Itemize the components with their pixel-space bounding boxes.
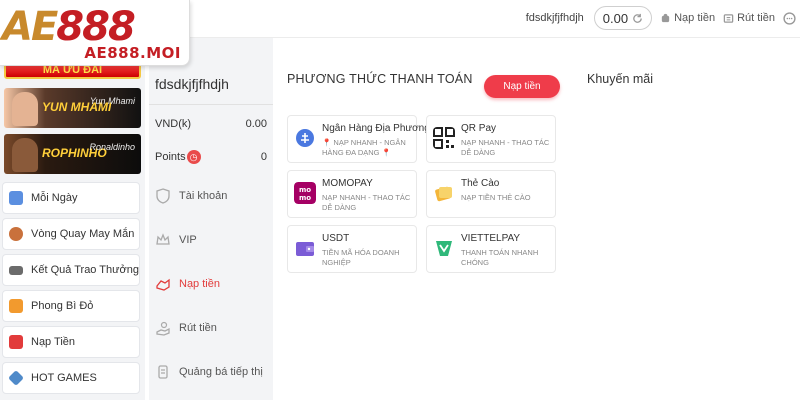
payment-method-desc: NẠP NHANH - THAO TÁC DỄ DÀNG <box>461 138 550 157</box>
sidebar-item-red-envelope[interactable]: Phong Bì Đỏ <box>2 290 140 322</box>
svg-text:mo: mo <box>299 186 311 194</box>
menu-label: Nạp tiền <box>179 278 220 290</box>
currency-row: VND(k) 0.00 <box>155 118 267 130</box>
banner-signature: Ronaldinho <box>89 142 135 152</box>
qr-code-icon <box>433 127 455 149</box>
payment-method-name: MOMOPAY <box>322 178 373 189</box>
sidebar-item-deposit[interactable]: Nạp Tiền <box>2 326 140 358</box>
sidebar-item-label: Phong Bì Đỏ <box>31 300 94 312</box>
vip-crown-icon <box>156 233 170 245</box>
menu-vip[interactable]: VIP <box>155 232 197 248</box>
menu-account[interactable]: Tài khoản <box>155 188 227 204</box>
menu-label: VIP <box>179 234 197 246</box>
payment-method-name: Thẻ Cào <box>461 178 500 189</box>
sidebar-item-label: Vòng Quay May Mắn <box>31 228 135 240</box>
logo-ae: AE <box>2 4 58 50</box>
points-value: 0 <box>260 151 267 163</box>
scratch-card-icon <box>435 186 452 202</box>
header-username[interactable]: fdsdkjfjfhdjh <box>526 12 584 24</box>
deposit-icon <box>9 335 23 349</box>
menu-label: Quảng bá tiếp thị <box>179 366 263 378</box>
payment-method-scratch-card[interactable]: Thẻ Cào NẠP TIỀN THẺ CÀO <box>426 170 556 218</box>
menu-label: Rút tiền <box>179 322 217 334</box>
payment-method-bank[interactable]: Ngân Hàng Địa Phương 📍 NẠP NHANH - NGÂN … <box>287 115 430 163</box>
calendar-icon <box>9 191 23 205</box>
menu-marketing[interactable]: Quảng bá tiếp thị <box>155 364 263 380</box>
promotions-title: Khuyến mãi <box>587 72 654 86</box>
menu-withdraw[interactable]: Rút tiền <box>155 320 217 336</box>
svg-text:mo: mo <box>299 194 311 202</box>
balance-display: 0.00 <box>593 6 653 30</box>
deposit-hand-icon <box>661 13 670 22</box>
ambassador-photo <box>12 138 38 172</box>
sidebar-item-hot-games[interactable]: HOT GAMES <box>2 362 140 394</box>
clock-icon[interactable]: ◷ <box>186 150 201 164</box>
payment-method-momo[interactable]: mo mo MOMOPAY NẠP NHANH - THAO TÁC DỄ DÀN… <box>287 170 417 218</box>
sidebar-item-label: Nạp Tiền <box>31 336 76 348</box>
withdraw-icon <box>723 13 734 23</box>
sidebar-item-label: Kết Quả Trao Thưởng <box>31 264 139 276</box>
usdt-wallet-icon <box>296 242 314 256</box>
payment-method-name: QR Pay <box>461 123 497 134</box>
balance-value: 0.00 <box>602 10 629 26</box>
car-icon <box>9 265 23 275</box>
divider <box>149 104 273 105</box>
marketing-icon <box>158 365 168 379</box>
payment-method-desc: TIỀN MÃ HÓA DOANH NGHIỆP <box>322 248 400 267</box>
lucky-wheel-icon <box>9 227 23 241</box>
header-deposit-link[interactable]: Nạp tiền <box>660 12 715 24</box>
payment-method-desc: NẠP NHANH - THAO TÁC DỄ DÀNG <box>322 193 411 212</box>
payment-method-viettelpay[interactable]: VIETTELPAY THANH TOÁN NHANH CHÓNG <box>426 225 556 273</box>
points-row: Points ◷ 0 <box>155 150 267 164</box>
deposit-hand-icon <box>156 278 170 291</box>
menu-deposit[interactable]: Nạp tiền <box>155 276 220 292</box>
header-withdraw-label: Rút tiền <box>737 12 775 24</box>
account-username: fdsdkjfjfhdjh <box>155 76 229 92</box>
header-deposit-label: Nạp tiền <box>674 12 716 24</box>
payment-methods-title: PHƯƠNG THỨC THANH TOÁN <box>287 72 473 86</box>
points-label: Points <box>155 151 186 163</box>
sidebar-item-lucky-wheel[interactable]: Vòng Quay May Mắn <box>2 218 140 250</box>
account-panel: fdsdkjfjfhdjh VND(k) 0.00 Points ◷ 0 Tài… <box>149 38 273 400</box>
diamond-icon <box>8 370 24 386</box>
header-withdraw-link[interactable]: Rút tiền <box>723 12 775 24</box>
viettelpay-icon <box>436 241 452 256</box>
bank-icon <box>296 129 314 147</box>
currency-value: 0.00 <box>245 118 267 130</box>
sidebar-item-label: Mỗi Ngày <box>31 192 78 204</box>
payment-method-qr[interactable]: QR Pay NẠP NHANH - THAO TÁC DỄ DÀNG <box>426 115 556 163</box>
top-user-area: fdsdkjfjfhdjh 0.00 Nạp tiền Rút tiền <box>526 4 796 32</box>
logo-domain: AE888.MOI <box>84 44 181 62</box>
sidebar-item-results[interactable]: Kết Quả Trao Thưởng <box>2 254 140 286</box>
chat-icon[interactable] <box>783 11 796 25</box>
refresh-icon[interactable] <box>632 13 643 24</box>
payment-method-desc: NẠP TIỀN THẺ CÀO <box>461 193 531 202</box>
payment-method-usdt[interactable]: USDT TIỀN MÃ HÓA DOANH NGHIỆP <box>287 225 417 273</box>
ambassador-banner-2[interactable]: ROPHINHO Ronaldinho <box>4 134 141 174</box>
momo-icon: momo <box>294 182 316 204</box>
shield-icon <box>156 188 170 204</box>
red-envelope-icon <box>9 299 23 313</box>
site-logo[interactable]: AE888 AE888.MOI <box>0 0 190 66</box>
payment-method-name: USDT <box>322 233 350 244</box>
withdraw-hand-icon <box>156 321 170 336</box>
payment-method-name: VIETTELPAY <box>461 233 521 244</box>
sidebar-item-label: HOT GAMES <box>31 372 97 384</box>
payment-method-desc: THANH TOÁN NHANH CHÓNG <box>461 248 539 267</box>
ambassador-photo <box>12 92 38 126</box>
payment-method-name: Ngân Hàng Địa Phương <box>322 123 430 134</box>
deposit-button[interactable]: Nạp tiền <box>484 75 560 98</box>
banner-signature: Yun Mhami <box>89 96 135 106</box>
menu-label: Tài khoản <box>179 190 228 202</box>
currency-label: VND(k) <box>155 118 192 130</box>
ambassador-banner-1[interactable]: YUN MHAMI Yun Mhami <box>4 88 141 128</box>
sidebar-item-daily[interactable]: Mỗi Ngày <box>2 182 140 214</box>
payment-method-desc: 📍 NẠP NHANH - NGÂN HÀNG ĐA DẠNG 📍 <box>322 138 406 157</box>
left-sidebar: MÃ ƯU ĐÃI YUN MHAMI Yun Mhami ROPHINHO R… <box>0 38 145 400</box>
